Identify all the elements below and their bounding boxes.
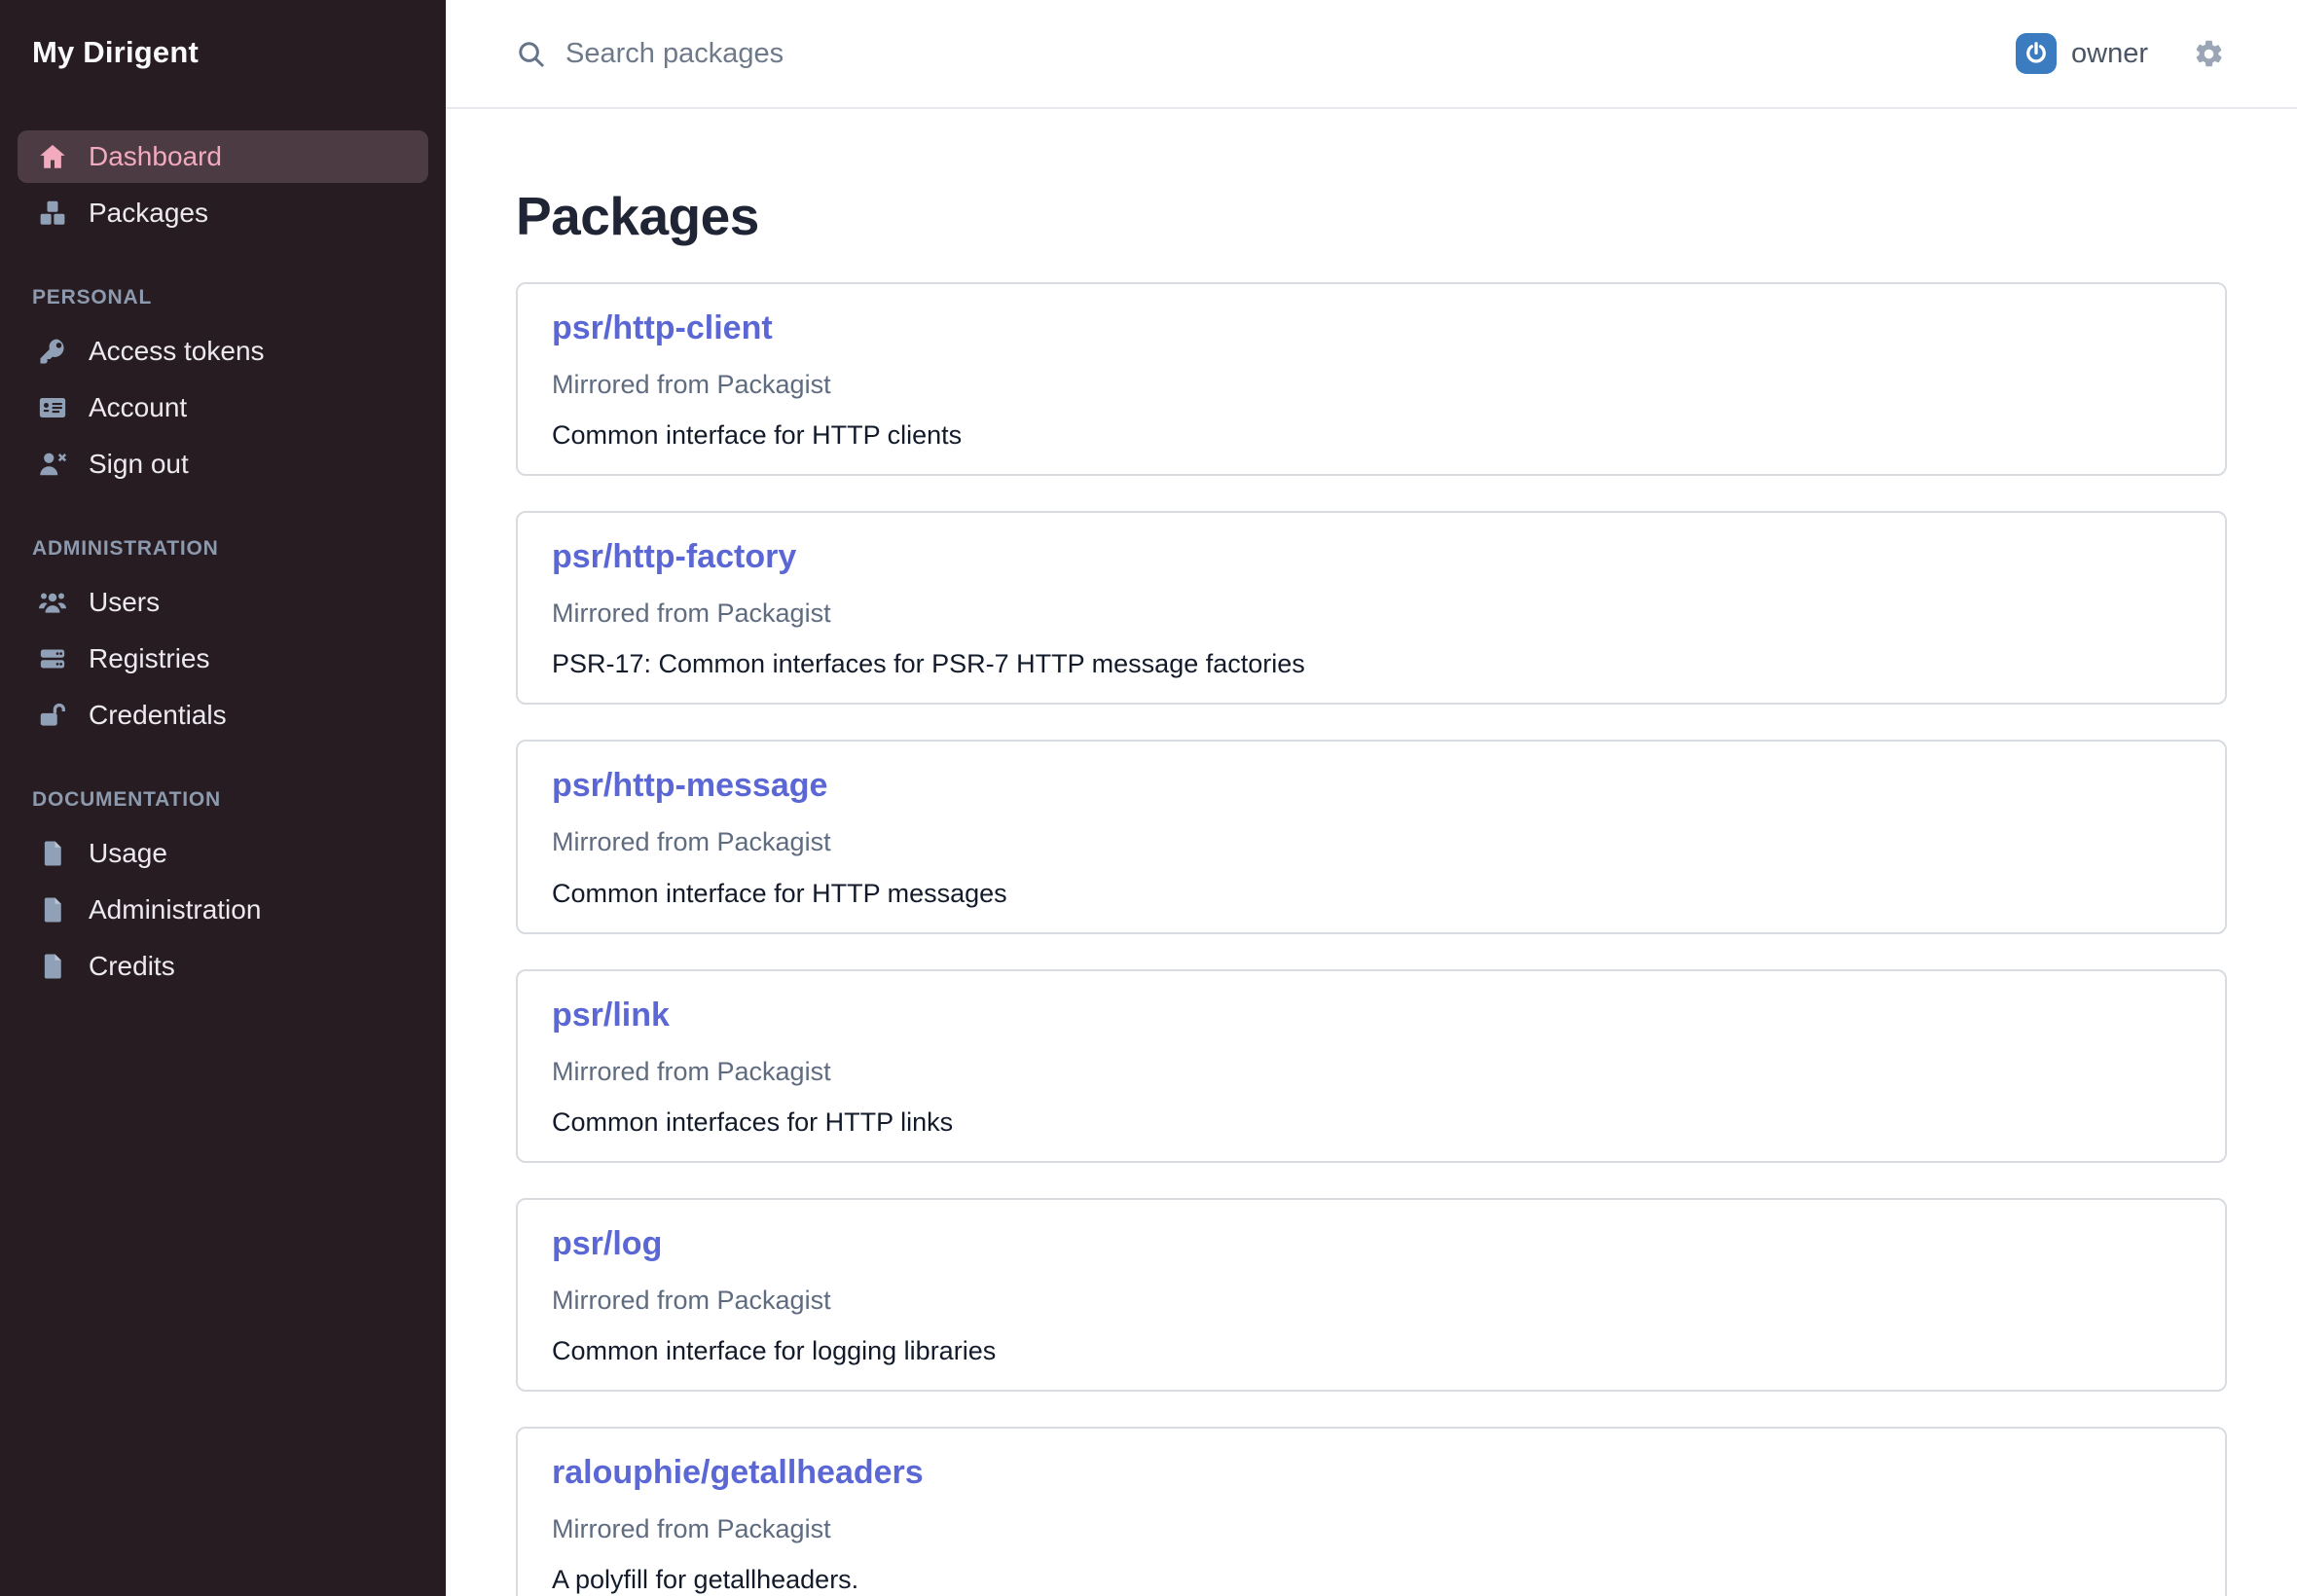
- package-link[interactable]: psr/http-client: [552, 309, 773, 347]
- sidebar-item-label: Account: [89, 392, 187, 423]
- sidebar-item-label: Registries: [89, 643, 209, 674]
- users-icon: [38, 588, 67, 617]
- sidebar-item-label: Credits: [89, 951, 175, 982]
- package-link[interactable]: psr/link: [552, 997, 670, 1034]
- package-link[interactable]: psr/log: [552, 1225, 662, 1263]
- sidebar-item-label: Sign out: [89, 449, 189, 480]
- search-bar: [516, 37, 2016, 71]
- sidebar-item-packages[interactable]: Packages: [18, 187, 428, 239]
- package-description: Common interface for HTTP messages: [552, 879, 2191, 909]
- user-x-icon: [38, 450, 67, 479]
- topbar: owner: [446, 0, 2297, 109]
- package-card: ralouphie/getallheaders Mirrored from Pa…: [516, 1427, 2227, 1596]
- sidebar-item-account[interactable]: Account: [18, 381, 428, 434]
- app-title: My Dirigent: [32, 35, 414, 70]
- package-source: Mirrored from Packagist: [552, 370, 2191, 400]
- cubes-icon: [38, 199, 67, 228]
- sidebar-item-sign-out[interactable]: Sign out: [18, 438, 428, 490]
- server-icon: [38, 644, 67, 673]
- sidebar-item-label: Administration: [89, 894, 261, 925]
- package-source: Mirrored from Packagist: [552, 1057, 2191, 1087]
- sidebar-item-usage[interactable]: Usage: [18, 827, 428, 880]
- sidebar: My Dirigent Dashboard Packages PERSONAL: [0, 0, 446, 1596]
- sidebar-nav: Dashboard Packages PERSONAL Access token…: [0, 130, 446, 993]
- package-description: PSR-17: Common interfaces for PSR-7 HTTP…: [552, 649, 2191, 679]
- key-icon: [38, 337, 67, 366]
- search-input[interactable]: [564, 37, 1148, 71]
- sidebar-item-dashboard[interactable]: Dashboard: [18, 130, 428, 183]
- sidebar-item-label: Dashboard: [89, 141, 222, 172]
- user-menu: owner: [2016, 33, 2225, 74]
- search-icon: [516, 39, 546, 69]
- sidebar-item-users[interactable]: Users: [18, 576, 428, 629]
- package-link[interactable]: psr/http-message: [552, 767, 827, 805]
- sidebar-item-label: Access tokens: [89, 336, 265, 367]
- package-card: psr/http-factory Mirrored from Packagist…: [516, 511, 2227, 705]
- package-description: Common interface for logging libraries: [552, 1336, 2191, 1366]
- sidebar-item-access-tokens[interactable]: Access tokens: [18, 325, 428, 378]
- file-icon: [38, 839, 67, 868]
- page-title: Packages: [516, 185, 2227, 247]
- sidebar-item-credentials[interactable]: Credentials: [18, 689, 428, 742]
- sidebar-section-administration: ADMINISTRATION: [32, 537, 414, 561]
- id-card-icon: [38, 393, 67, 422]
- sidebar-item-label: Users: [89, 587, 160, 618]
- package-source: Mirrored from Packagist: [552, 598, 2191, 629]
- avatar[interactable]: [2016, 33, 2057, 74]
- sidebar-item-credits[interactable]: Credits: [18, 940, 428, 993]
- sidebar-section-personal: PERSONAL: [32, 286, 414, 309]
- sidebar-item-administration[interactable]: Administration: [18, 884, 428, 936]
- package-card: psr/http-client Mirrored from Packagist …: [516, 282, 2227, 476]
- package-source: Mirrored from Packagist: [552, 1286, 2191, 1316]
- sidebar-item-label: Credentials: [89, 700, 227, 731]
- sidebar-item-label: Usage: [89, 838, 167, 869]
- package-description: Common interfaces for HTTP links: [552, 1107, 2191, 1138]
- username: owner: [2071, 38, 2148, 70]
- package-description: A polyfill for getallheaders.: [552, 1565, 2191, 1595]
- package-link[interactable]: ralouphie/getallheaders: [552, 1454, 924, 1492]
- package-link[interactable]: psr/http-factory: [552, 538, 796, 576]
- package-card: psr/http-message Mirrored from Packagist…: [516, 740, 2227, 933]
- package-description: Common interface for HTTP clients: [552, 420, 2191, 451]
- sidebar-item-label: Packages: [89, 198, 208, 229]
- content-column: owner Packages psr/http-client Mirrored …: [446, 0, 2297, 1596]
- sidebar-item-registries[interactable]: Registries: [18, 633, 428, 685]
- gear-icon[interactable]: [2193, 38, 2225, 70]
- sidebar-section-documentation: DOCUMENTATION: [32, 788, 414, 812]
- package-source: Mirrored from Packagist: [552, 827, 2191, 857]
- main-content: Packages psr/http-client Mirrored from P…: [446, 109, 2297, 1596]
- package-card: psr/log Mirrored from Packagist Common i…: [516, 1198, 2227, 1392]
- home-icon: [38, 142, 67, 171]
- package-source: Mirrored from Packagist: [552, 1514, 2191, 1544]
- package-card: psr/link Mirrored from Packagist Common …: [516, 969, 2227, 1163]
- file-icon: [38, 952, 67, 981]
- file-icon: [38, 895, 67, 925]
- lock-open-icon: [38, 701, 67, 730]
